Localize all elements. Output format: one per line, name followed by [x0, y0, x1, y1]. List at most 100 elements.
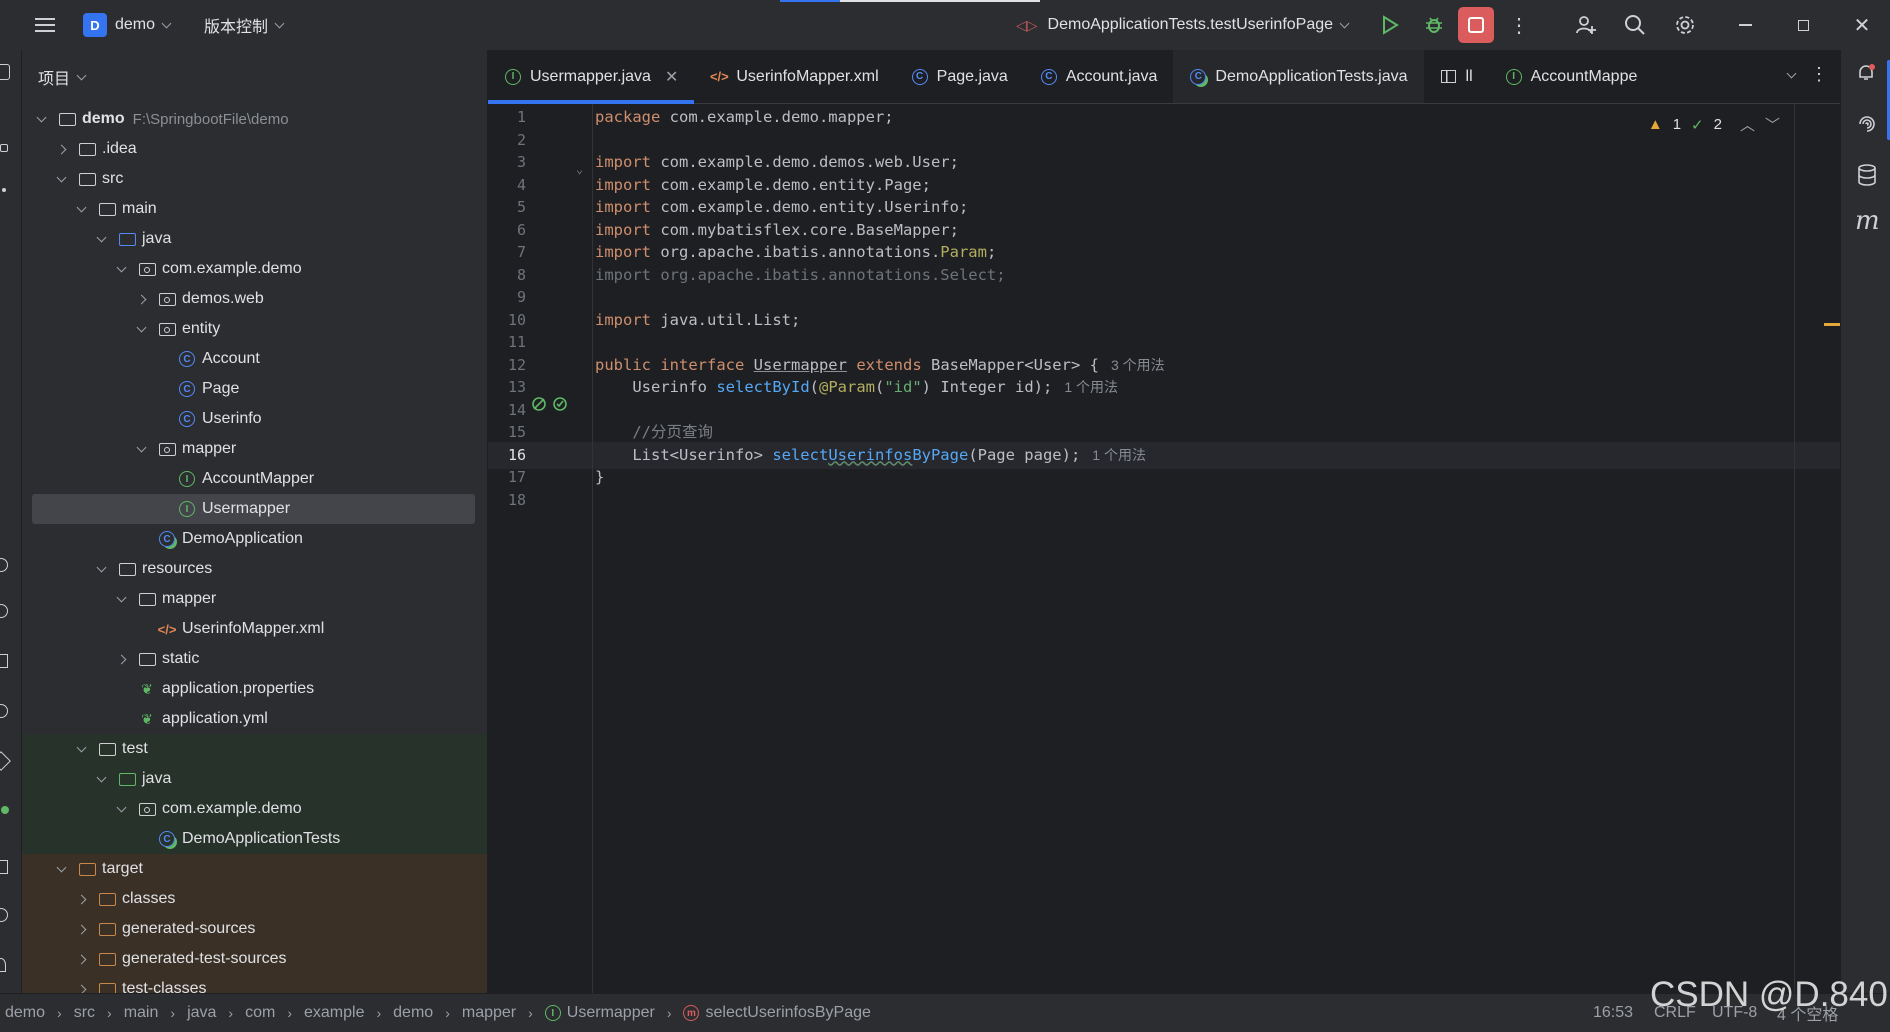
expand-toggle[interactable]: [134, 322, 148, 332]
code-line[interactable]: }: [595, 464, 604, 491]
main-menu-icon[interactable]: [27, 7, 63, 43]
more-actions-icon[interactable]: ⋮: [1501, 7, 1537, 43]
project-panel-header[interactable]: 项目: [22, 50, 487, 104]
expand-toggle[interactable]: [34, 112, 48, 122]
tree-item[interactable]: test: [22, 734, 487, 764]
line-number[interactable]: 6: [488, 221, 526, 239]
git-tool-icon[interactable]: [0, 751, 11, 771]
editor-tab[interactable]: I Usermapper.java ✕: [488, 50, 695, 104]
tree-item[interactable]: main: [22, 194, 487, 224]
vcs-menu[interactable]: 版本控制: [204, 13, 285, 37]
tree-item[interactable]: java: [22, 764, 487, 794]
line-number[interactable]: 8: [488, 266, 526, 284]
code-line[interactable]: Userinfo selectById(@Param("id") Integer…: [595, 374, 1118, 401]
editor-tab[interactable]: </> UserinfoMapper.xml: [694, 50, 894, 103]
breadcrumb-item[interactable]: example: [304, 1004, 364, 1022]
problems-tool-icon[interactable]: [0, 908, 8, 922]
restore-icon[interactable]: [1785, 7, 1821, 43]
line-number[interactable]: 1: [488, 108, 526, 126]
breadcrumb-item[interactable]: main: [124, 1004, 159, 1022]
expand-toggle[interactable]: [94, 772, 108, 782]
line-number[interactable]: 13: [488, 378, 526, 396]
line-number[interactable]: 14: [488, 401, 526, 419]
line-number[interactable]: 3: [488, 153, 526, 171]
mybatis-gutter-icon[interactable]: [552, 396, 568, 416]
editor-tab[interactable]: I AccountMappe: [1489, 50, 1654, 103]
line-number[interactable]: 10: [488, 311, 526, 329]
line-number[interactable]: 4: [488, 176, 526, 194]
cursor-position[interactable]: 16:53: [1593, 1004, 1633, 1022]
breadcrumb-item[interactable]: com: [245, 1004, 275, 1022]
tree-item[interactable]: mapper: [22, 434, 487, 464]
breadcrumb-item[interactable]: mapper: [462, 1004, 516, 1022]
line-number[interactable]: 12: [488, 356, 526, 374]
project-tool-icon[interactable]: [0, 64, 10, 80]
tree-item[interactable]: test-classes: [22, 974, 487, 993]
tree-item[interactable]: static: [22, 644, 487, 674]
project-switcher[interactable]: D demo: [83, 13, 172, 37]
line-number[interactable]: 9: [488, 288, 526, 306]
editor-tab[interactable]: C Account.java: [1024, 50, 1174, 103]
stop-icon[interactable]: [1458, 7, 1494, 43]
tree-item[interactable]: ❦ application.yml: [22, 704, 487, 734]
tree-item[interactable]: C DemoApplication: [22, 524, 487, 554]
expand-toggle[interactable]: [94, 562, 108, 572]
editor-tab[interactable]: C DemoApplicationTests.java: [1173, 50, 1424, 103]
tree-item[interactable]: .idea: [22, 134, 487, 164]
tree-item[interactable]: src: [22, 164, 487, 194]
todo-tool-icon[interactable]: [0, 654, 8, 668]
tree-item[interactable]: entity: [22, 314, 487, 344]
line-number[interactable]: 2: [488, 131, 526, 149]
tree-item[interactable]: C Userinfo: [22, 404, 487, 434]
expand-toggle[interactable]: [74, 984, 88, 993]
maven-icon[interactable]: m: [1855, 206, 1880, 236]
notifications-icon[interactable]: [1857, 64, 1875, 82]
breadcrumb-item[interactable]: src: [74, 1004, 95, 1022]
expand-toggle[interactable]: [94, 232, 108, 242]
editor-tab[interactable]: C Page.java: [895, 50, 1024, 103]
tree-item[interactable]: I Usermapper: [32, 494, 475, 524]
tree-item[interactable]: java: [22, 224, 487, 254]
close-icon[interactable]: ✕: [1844, 7, 1880, 43]
expand-toggle[interactable]: [134, 442, 148, 452]
tree-item[interactable]: demo F:\SpringbootFile\demo: [22, 104, 487, 134]
code-area[interactable]: 1 package com.example.demo.mapper; 2 3 impor…: [488, 104, 1840, 993]
chevron-up-icon[interactable]: ︿: [1740, 114, 1755, 135]
tree-item[interactable]: </> UserinfoMapper.xml: [22, 614, 487, 644]
line-number[interactable]: 15: [488, 423, 526, 441]
tree-item[interactable]: generated-sources: [22, 914, 487, 944]
tree-item[interactable]: C Account: [22, 344, 487, 374]
debug-tool-icon[interactable]: [0, 704, 8, 718]
line-number[interactable]: 16: [488, 446, 526, 464]
code-line[interactable]: List<Userinfo> selectUserinfosByPage(Pag…: [595, 442, 1146, 469]
tree-item[interactable]: target: [22, 854, 487, 884]
line-number[interactable]: 11: [488, 333, 526, 351]
add-user-icon[interactable]: [1568, 7, 1604, 43]
expand-toggle[interactable]: [134, 294, 148, 304]
tree-item[interactable]: resources: [22, 554, 487, 584]
breadcrumb-item[interactable]: java: [187, 1004, 216, 1022]
expand-toggle[interactable]: [114, 592, 128, 602]
expand-toggle[interactable]: [74, 202, 88, 212]
tree-item[interactable]: mapper: [22, 584, 487, 614]
tree-item[interactable]: demos.web: [22, 284, 487, 314]
code-line[interactable]: package com.example.demo.mapper;: [595, 104, 894, 131]
chevron-down-icon[interactable]: ﹀: [1765, 114, 1780, 135]
editor-tab[interactable]: ll: [1424, 50, 1489, 103]
implementations-gutter-icon[interactable]: [531, 396, 547, 416]
code-line[interactable]: import java.util.List;: [595, 307, 800, 334]
tree-item[interactable]: com.example.demo: [22, 794, 487, 824]
run-config-selector[interactable]: ◁▷ DemoApplicationTests.testUserinfoPage: [1016, 16, 1350, 34]
tree-item[interactable]: ❦ application.properties: [22, 674, 487, 704]
breadcrumb-item[interactable]: demo: [5, 1004, 45, 1022]
breadcrumb-item[interactable]: Usermapper: [567, 1004, 655, 1022]
tree-item[interactable]: C DemoApplicationTests: [22, 824, 487, 854]
database-icon[interactable]: [1857, 164, 1877, 190]
line-number[interactable]: 5: [488, 198, 526, 216]
tab-close-icon[interactable]: ✕: [665, 67, 678, 87]
fold-icon[interactable]: ⌄: [576, 162, 583, 176]
services-tool-icon[interactable]: [0, 558, 8, 572]
expand-toggle[interactable]: [114, 802, 128, 812]
code-line[interactable]: import org.apache.ibatis.annotations.Sel…: [595, 262, 1006, 289]
tab-more-icon[interactable]: ⋮: [1810, 64, 1828, 85]
